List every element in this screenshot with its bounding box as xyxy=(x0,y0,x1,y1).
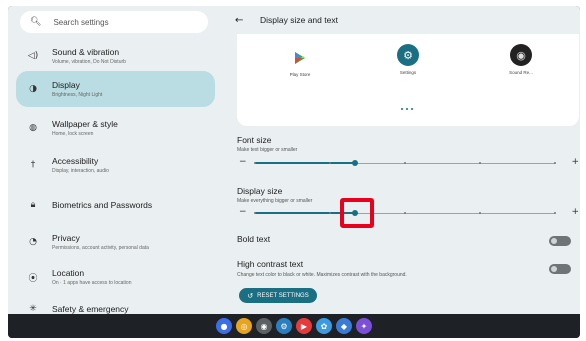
sidebar-item-title: Sound & vibration xyxy=(52,47,120,57)
search-input[interactable]: 🔍︎ Search settings xyxy=(20,11,208,33)
sidebar-item-title: Display xyxy=(52,80,80,90)
high-contrast-subtitle: Change text color to black or white. Max… xyxy=(237,272,407,278)
page-indicator-dots xyxy=(401,108,413,110)
sidebar-item-title: Biometrics and Passwords xyxy=(52,200,153,210)
preview-app-play-store: Play Store xyxy=(270,48,330,77)
font-size-title: Font size xyxy=(237,135,272,145)
slider-tick xyxy=(554,212,556,214)
detail-pane: ← Display size and text Play Store ⚙ Set… xyxy=(223,6,580,314)
sidebar-item-subtitle: Home, lock screen xyxy=(52,131,94,137)
page-title: Display size and text xyxy=(260,15,338,25)
accessibility-icon: † xyxy=(30,160,36,170)
sidebar-item-subtitle: Brightness, Night Light xyxy=(52,92,103,98)
sound-recorder-icon: ◉ xyxy=(510,44,532,66)
preview-app-label: Sound Re... xyxy=(509,70,533,75)
display-size-title: Display size xyxy=(237,186,283,196)
emergency-icon: ✳ xyxy=(29,304,37,314)
search-icon: 🔍︎ xyxy=(30,17,42,27)
reset-settings-label: RESET SETTINGS xyxy=(257,292,309,299)
increase-icon[interactable]: + xyxy=(571,157,579,167)
high-contrast-toggle[interactable] xyxy=(549,264,571,274)
bold-text-row[interactable]: Bold text xyxy=(237,234,579,248)
messages-icon[interactable]: ◆ xyxy=(336,318,352,334)
bold-text-toggle[interactable] xyxy=(549,236,571,246)
sidebar-item-subtitle: Display, interaction, audio xyxy=(52,168,109,174)
photos-icon[interactable]: ✿ xyxy=(316,318,332,334)
slider-tick xyxy=(404,212,406,214)
slider-tick xyxy=(404,162,406,164)
slider-tick xyxy=(254,162,256,164)
sidebar-item-biometrics[interactable]: 🔒︎ Biometrics and Passwords xyxy=(8,191,216,219)
sidebar-item-title: Privacy xyxy=(52,233,80,243)
taskbar: ● ◎ ◉ ⚙ ▶ ✿ ◆ ✦ xyxy=(8,314,580,338)
page-header: ← Display size and text xyxy=(223,6,580,34)
settings-gear-icon: ⚙ xyxy=(397,44,419,66)
sidebar-item-location[interactable]: ⦿ Location On · 1 apps have access to loc… xyxy=(8,263,216,291)
preview-app-sound-recorder: ◉ Sound Re... xyxy=(491,44,551,75)
sidebar-item-wallpaper[interactable]: ◍ Wallpaper & style Home, lock screen xyxy=(8,114,216,142)
sidebar-item-title: Safety & emergency xyxy=(52,304,129,314)
media-icon[interactable]: ▶ xyxy=(296,318,312,334)
bold-text-title: Bold text xyxy=(237,234,271,244)
lock-icon: 🔒︎ xyxy=(30,200,36,210)
slider-tick xyxy=(329,162,331,164)
slider-tick xyxy=(479,162,481,164)
slider-fill xyxy=(255,162,355,164)
decrease-icon[interactable]: − xyxy=(239,207,247,217)
font-size-subtitle: Make text bigger or smaller xyxy=(237,147,298,153)
decrease-icon[interactable]: − xyxy=(239,157,247,167)
sidebar-item-subtitle: Permissions, account activity, personal … xyxy=(52,245,149,251)
slider-tick xyxy=(254,212,256,214)
tap-highlight-box xyxy=(340,198,374,228)
sidebar-item-display[interactable]: ◑ Display Brightness, Night Light xyxy=(16,71,215,107)
sidebar-item-sound[interactable]: ◁) Sound & vibration Volume, vibration, D… xyxy=(8,42,216,70)
preview-app-label: Settings xyxy=(399,70,417,75)
camera-icon[interactable]: ◉ xyxy=(256,318,272,334)
device-frame: 🔍︎ Search settings ◁) Sound & vibration V… xyxy=(8,6,580,338)
slider-thumb[interactable] xyxy=(351,160,358,166)
settings-sidebar: 🔍︎ Search settings ◁) Sound & vibration V… xyxy=(8,6,216,314)
slider-tick xyxy=(554,162,556,164)
back-arrow-icon[interactable]: ← xyxy=(235,15,243,26)
slider-tick xyxy=(329,212,331,214)
sidebar-item-privacy[interactable]: ◔ Privacy Permissions, account activity, … xyxy=(8,228,216,256)
slider-tick xyxy=(479,212,481,214)
brightness-icon: ◑ xyxy=(29,84,37,94)
font-size-slider[interactable]: − + xyxy=(237,157,579,169)
display-preview: Play Store ⚙ Settings ◉ Sound Re... xyxy=(237,34,579,126)
preview-app-settings: ⚙ Settings xyxy=(378,44,438,75)
settings-screen: 🔍︎ Search settings ◁) Sound & vibration V… xyxy=(8,6,580,314)
palette-icon: ◍ xyxy=(29,123,37,133)
increase-icon[interactable]: + xyxy=(571,207,579,217)
location-icon: ⦿ xyxy=(28,273,38,284)
search-placeholder: Search settings xyxy=(53,17,109,27)
sidebar-item-title: Accessibility xyxy=(52,156,99,166)
sidebar-item-accessibility[interactable]: † Accessibility Display, interaction, aud… xyxy=(8,151,216,179)
settings-icon[interactable]: ⚙ xyxy=(276,318,292,334)
high-contrast-row[interactable]: High contrast text Change text color to … xyxy=(237,259,579,281)
sidebar-item-title: Location xyxy=(52,268,85,278)
play-store-icon xyxy=(290,48,310,68)
reset-settings-button[interactable]: ↺ RESET SETTINGS xyxy=(239,288,317,303)
speaker-icon: ◁) xyxy=(27,51,39,61)
display-size-slider[interactable]: − + xyxy=(237,207,579,219)
reset-icon: ↺ xyxy=(247,291,254,300)
sidebar-item-safety[interactable]: ✳ Safety & emergency xyxy=(8,302,216,314)
display-size-subtitle: Make everything bigger or smaller xyxy=(237,198,313,204)
sidebar-item-title: Wallpaper & style xyxy=(52,119,118,129)
high-contrast-title: High contrast text xyxy=(237,259,304,269)
sidebar-item-subtitle: On · 1 apps have access to location xyxy=(52,280,132,286)
apps-icon[interactable]: ✦ xyxy=(356,318,372,334)
assistant-icon[interactable]: ● xyxy=(216,318,232,334)
sidebar-item-subtitle: Volume, vibration, Do Not Disturb xyxy=(52,59,126,65)
preview-app-label: Play Store xyxy=(289,72,311,77)
privacy-icon: ◔ xyxy=(29,237,37,247)
chrome-icon[interactable]: ◎ xyxy=(236,318,252,334)
